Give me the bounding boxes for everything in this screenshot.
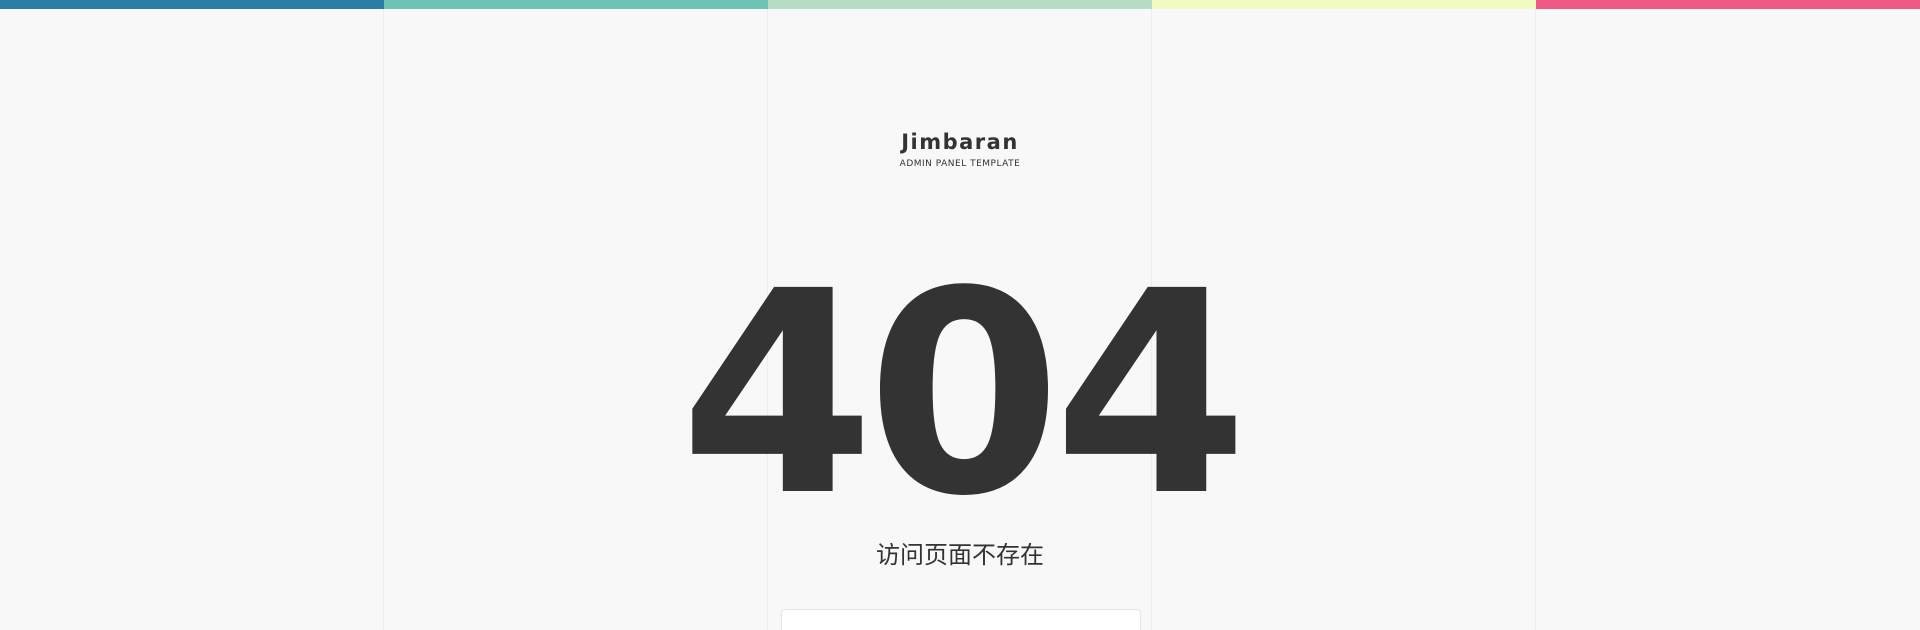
error-message: 访问页面不存在 [876,541,1044,569]
color-stripe-segment-4 [1152,0,1536,9]
color-stripe [0,0,1920,9]
color-stripe-segment-2 [384,0,768,9]
brand-logo[interactable]: Jimbaran ADMIN PANEL TEMPLATE [0,128,1920,171]
color-stripe-segment-1 [0,0,384,9]
color-stripe-segment-5 [1536,0,1920,9]
brand-name: Jimbaran [901,130,1019,154]
color-stripe-segment-3 [768,0,1152,9]
error-code: 404 [679,232,1248,558]
search-box[interactable] [781,609,1141,630]
error-page: Jimbaran ADMIN PANEL TEMPLATE 404 访问页面不存… [0,0,1920,630]
brand-tagline: ADMIN PANEL TEMPLATE [899,159,1021,169]
